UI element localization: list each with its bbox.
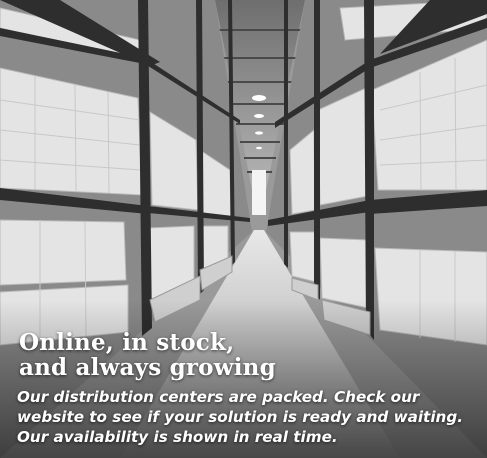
promo-card: Online, in stock, and always growing Our… (0, 0, 487, 458)
headline-line-2: and always growing (19, 354, 276, 381)
headline-line-1: Online, in stock, (19, 329, 235, 356)
headline: Online, in stock, and always growing (19, 330, 276, 380)
promo-body-text: Our distribution centers are packed. Che… (17, 388, 463, 446)
